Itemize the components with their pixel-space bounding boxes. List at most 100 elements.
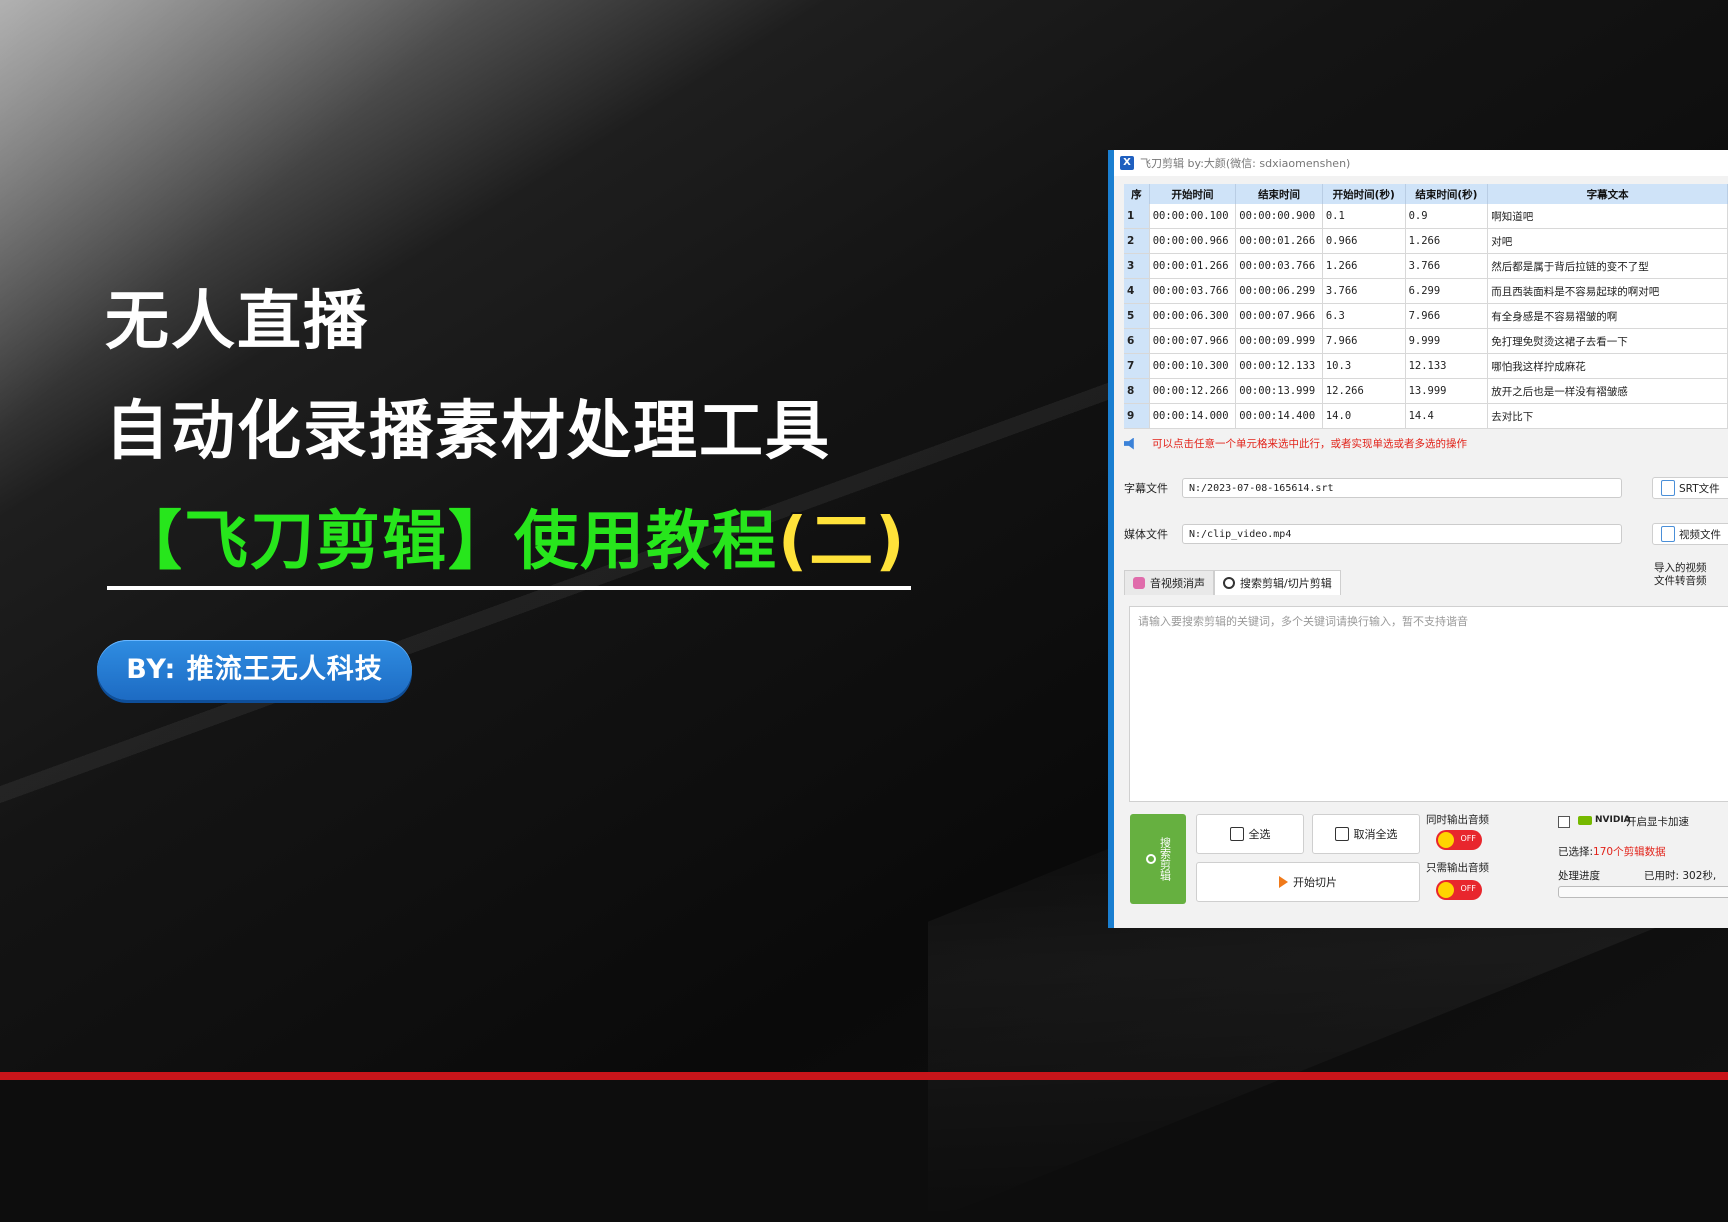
- table-cell[interactable]: 00:00:03.766: [1149, 278, 1237, 304]
- tab-search-clip-label: 搜索剪辑/切片剪辑: [1240, 577, 1332, 590]
- table-cell[interactable]: 3.766: [1405, 253, 1489, 279]
- col-header-end-time[interactable]: 结束时间: [1235, 184, 1323, 204]
- table-row[interactable]: 6 00:00:07.966 00:00:09.999 7.966 9.999 免打理免熨…: [1124, 328, 1728, 354]
- subtitle-file-input[interactable]: N:/2023-07-08-165614.srt: [1182, 478, 1622, 498]
- app-logo-icon: X: [1120, 156, 1134, 170]
- table-cell[interactable]: 9.999: [1405, 328, 1489, 354]
- toggle-knob: [1438, 832, 1454, 848]
- table-cell[interactable]: 00:00:12.266: [1149, 378, 1237, 404]
- select-all-button[interactable]: 全选: [1196, 814, 1304, 854]
- play-icon: [1279, 876, 1288, 888]
- speaker-icon: [1124, 437, 1134, 450]
- table-cell[interactable]: 放开之后也是一样没有褶皱感: [1487, 378, 1728, 404]
- srt-file-button[interactable]: SRT文件: [1652, 477, 1728, 499]
- table-cell[interactable]: 00:00:10.300: [1149, 353, 1237, 379]
- media-file-label: 媒体文件: [1124, 528, 1168, 541]
- table-cell[interactable]: 14.0: [1322, 403, 1406, 429]
- table-row[interactable]: 5 00:00:06.300 00:00:07.966 6.3 7.966 有全身感是不容…: [1124, 303, 1728, 329]
- col-header-start-time[interactable]: 开始时间: [1149, 184, 1237, 204]
- table-cell[interactable]: 6: [1124, 328, 1150, 354]
- keyword-search-textarea[interactable]: 请输入要搜索剪辑的关键词，多个关键词请换行输入，暂不支持谐音: [1129, 606, 1728, 802]
- progress-bar: [1558, 886, 1728, 898]
- tab-audio-mute[interactable]: 音视频消声: [1124, 570, 1214, 595]
- table-row[interactable]: 4 00:00:03.766 00:00:06.299 3.766 6.299 而且西装面…: [1124, 278, 1728, 304]
- table-cell[interactable]: 00:00:00.966: [1149, 228, 1237, 254]
- table-cell[interactable]: 00:00:07.966: [1235, 303, 1323, 329]
- table-cell[interactable]: 00:00:06.300: [1149, 303, 1237, 329]
- table-cell[interactable]: 00:00:14.400: [1235, 403, 1323, 429]
- table-cell[interactable]: 有全身感是不容易褶皱的啊: [1487, 303, 1728, 329]
- table-cell[interactable]: 10.3: [1322, 353, 1406, 379]
- scissors-icon: [1223, 577, 1235, 589]
- table-cell[interactable]: 去对比下: [1487, 403, 1728, 429]
- table-cell[interactable]: 00:00:01.266: [1149, 253, 1237, 279]
- link-icon: [1229, 827, 1244, 841]
- audio-only-label: 只需输出音频: [1426, 862, 1489, 874]
- table-row[interactable]: 8 00:00:12.266 00:00:13.999 12.266 13.999 放开之…: [1124, 378, 1728, 404]
- table-cell[interactable]: 1.266: [1322, 253, 1406, 279]
- video-file-button[interactable]: 视频文件: [1652, 523, 1728, 545]
- nvidia-logo: NVIDIA: [1578, 815, 1631, 825]
- table-cell[interactable]: 12.266: [1322, 378, 1406, 404]
- table-cell[interactable]: 6.3: [1322, 303, 1406, 329]
- table-cell[interactable]: 3.766: [1322, 278, 1406, 304]
- table-cell[interactable]: 1.266: [1405, 228, 1489, 254]
- table-cell[interactable]: 00:00:12.133: [1235, 353, 1323, 379]
- table-row[interactable]: 1 00:00:00.100 00:00:00.900 0.1 0.9 啊知道吧: [1124, 204, 1728, 229]
- table-cell[interactable]: 00:00:03.766: [1235, 253, 1323, 279]
- table-cell[interactable]: 6.299: [1405, 278, 1489, 304]
- table-cell[interactable]: 3: [1124, 253, 1150, 279]
- gpu-accel-checkbox[interactable]: [1558, 816, 1570, 828]
- table-cell[interactable]: 00:00:01.266: [1235, 228, 1323, 254]
- headline-line-3: 【飞刀剪辑】使用教程(二): [118, 490, 907, 582]
- table-cell[interactable]: 00:00:14.000: [1149, 403, 1237, 429]
- table-row[interactable]: 7 00:00:10.300 00:00:12.133 10.3 12.133 哪怕我这样…: [1124, 353, 1728, 379]
- table-cell[interactable]: 13.999: [1405, 378, 1489, 404]
- start-cut-button[interactable]: 开始切片: [1196, 862, 1420, 902]
- table-cell[interactable]: 00:00:13.999: [1235, 378, 1323, 404]
- table-cell[interactable]: 哪怕我这样拧成麻花: [1487, 353, 1728, 379]
- table-cell[interactable]: 2: [1124, 228, 1150, 254]
- nvidia-icon: [1578, 815, 1592, 825]
- media-file-input[interactable]: N:/clip_video.mp4: [1182, 524, 1622, 544]
- table-cell[interactable]: 啊知道吧: [1487, 204, 1728, 229]
- table-cell[interactable]: 14.4: [1405, 403, 1489, 429]
- tab-search-clip[interactable]: 搜索剪辑/切片剪辑: [1214, 570, 1341, 595]
- table-cell[interactable]: 00:00:07.966: [1149, 328, 1237, 354]
- table-cell[interactable]: 对吧: [1487, 228, 1728, 254]
- col-header-end-sec[interactable]: 结束时间(秒): [1405, 184, 1489, 204]
- table-row[interactable]: 3 00:00:01.266 00:00:03.766 1.266 3.766 然后都是属…: [1124, 253, 1728, 279]
- table-cell[interactable]: 00:00:09.999: [1235, 328, 1323, 354]
- table-cell[interactable]: 7: [1124, 353, 1150, 379]
- table-cell[interactable]: 00:00:06.299: [1235, 278, 1323, 304]
- col-header-index[interactable]: 序: [1124, 184, 1150, 204]
- table-cell[interactable]: 1: [1124, 204, 1150, 229]
- select-all-label: 全选: [1248, 828, 1271, 841]
- table-cell[interactable]: 5: [1124, 303, 1150, 329]
- table-cell[interactable]: 0.9: [1405, 204, 1489, 229]
- window-title: 飞刀剪辑 by:大颜(微信: sdxiaomenshen): [1140, 157, 1351, 170]
- app-window: X 飞刀剪辑 by:大颜(微信: sdxiaomenshen) 序 开始时间 结…: [1108, 150, 1728, 928]
- col-header-start-sec[interactable]: 开始时间(秒): [1322, 184, 1406, 204]
- table-cell[interactable]: 然后都是属于背后拉链的变不了型: [1487, 253, 1728, 279]
- table-row[interactable]: 9 00:00:14.000 00:00:14.400 14.0 14.4 去对比下: [1124, 403, 1728, 429]
- table-cell[interactable]: 12.133: [1405, 353, 1489, 379]
- table-cell[interactable]: 4: [1124, 278, 1150, 304]
- search-clip-button[interactable]: 搜索剪辑: [1130, 814, 1186, 904]
- audio-also-toggle[interactable]: OFF: [1436, 830, 1482, 850]
- table-cell[interactable]: 8: [1124, 378, 1150, 404]
- table-cell[interactable]: 00:00:00.100: [1149, 204, 1237, 229]
- table-cell[interactable]: 7.966: [1322, 328, 1406, 354]
- table-cell[interactable]: 而且西装面料是不容易起球的啊对吧: [1487, 278, 1728, 304]
- table-row[interactable]: 2 00:00:00.966 00:00:01.266 0.966 1.266 对吧: [1124, 228, 1728, 254]
- search-clip-button-label: 搜索剪辑: [1158, 837, 1172, 881]
- table-cell[interactable]: 0.1: [1322, 204, 1406, 229]
- deselect-all-button[interactable]: 取消全选: [1312, 814, 1420, 854]
- table-cell[interactable]: 00:00:00.900: [1235, 204, 1323, 229]
- table-cell[interactable]: 7.966: [1405, 303, 1489, 329]
- table-cell[interactable]: 0.966: [1322, 228, 1406, 254]
- table-cell[interactable]: 免打理免熨烫这裙子去看一下: [1487, 328, 1728, 354]
- table-cell[interactable]: 9: [1124, 403, 1150, 429]
- col-header-subtitle-text[interactable]: 字幕文本: [1487, 184, 1728, 204]
- audio-only-toggle[interactable]: OFF: [1436, 880, 1482, 900]
